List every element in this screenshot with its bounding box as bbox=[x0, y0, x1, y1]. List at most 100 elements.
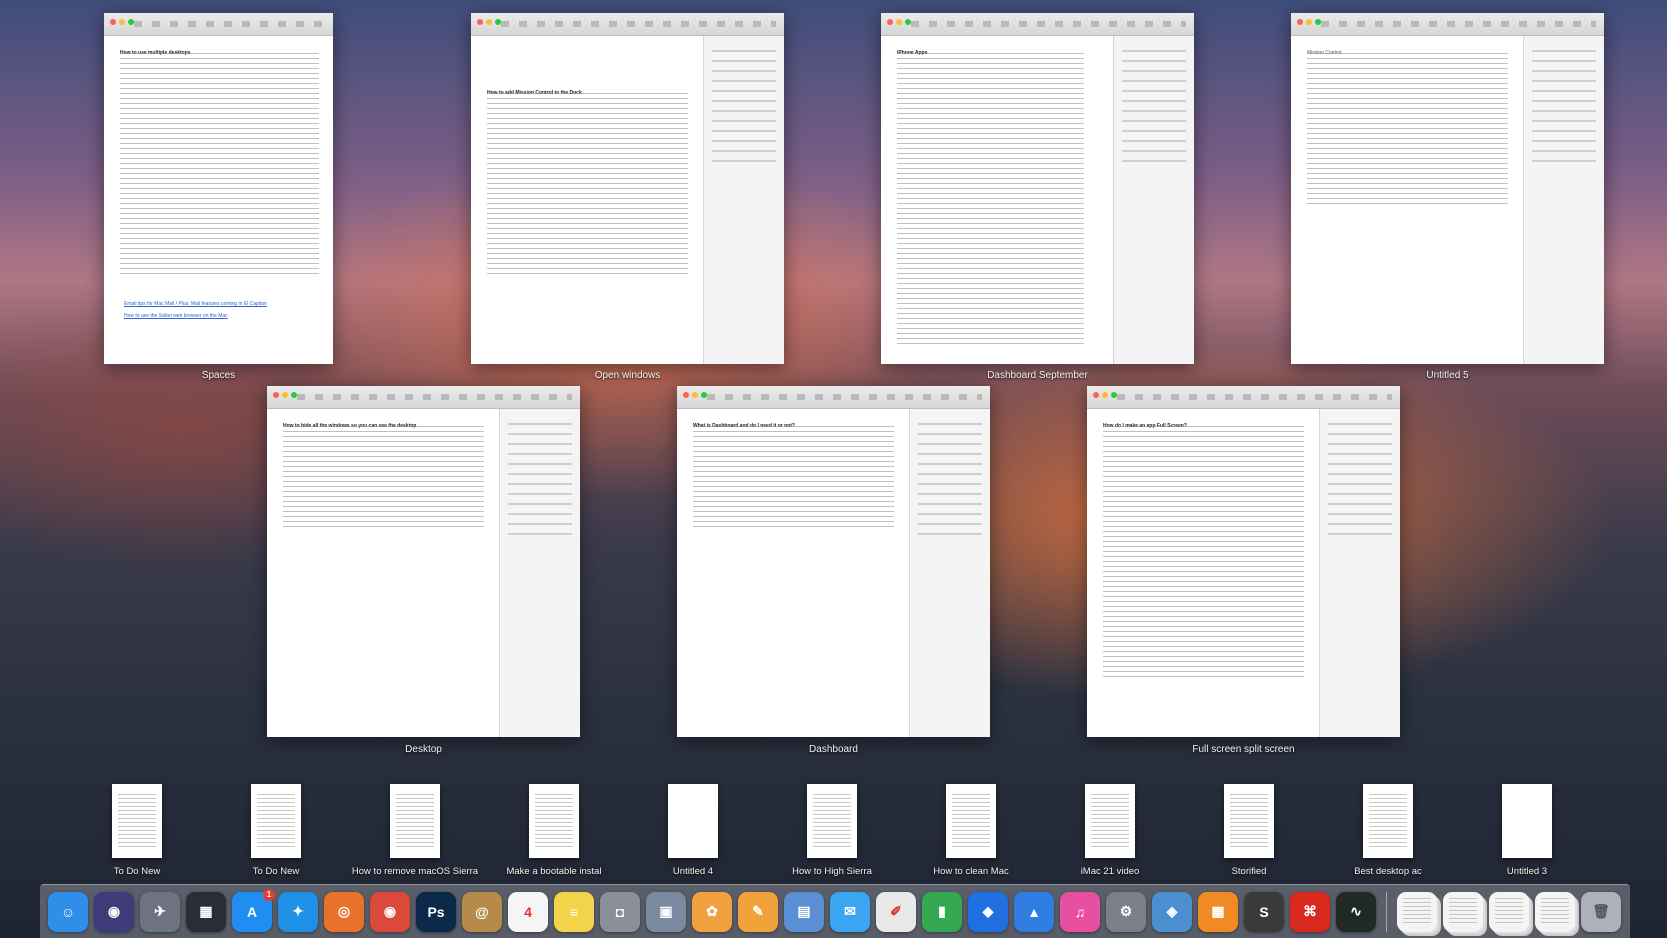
window-label: Untitled 5 bbox=[1426, 370, 1469, 381]
notification-badge: 1 bbox=[263, 888, 275, 901]
trash-icon[interactable]: 🗑 bbox=[1581, 891, 1621, 932]
system-preferences-icon[interactable]: ⚙ bbox=[1106, 891, 1146, 932]
document-text-lines bbox=[283, 426, 484, 527]
window-titlebar bbox=[471, 13, 784, 36]
textedit-icon[interactable]: ✐ bbox=[876, 891, 916, 932]
preview-map-icon[interactable]: ◈ bbox=[1152, 891, 1192, 932]
window-label: Desktop bbox=[405, 744, 442, 755]
document-text-lines bbox=[693, 426, 894, 527]
itunes-icon[interactable]: ♫ bbox=[1060, 891, 1100, 932]
dock: ☺ ◉ ✈ ▦ A 1 ✦ ◎ ◉ Ps @4 ≡ ◘ ▣ ✿ ✎ ▤ ✉ ✐ ▮ ◆ ▲ ♫ ⚙ ◈ ▦ S ⌘ ∿ 🗑 bbox=[40, 884, 1630, 938]
window-spaces[interactable]: How to use multiple desktops Email tips … bbox=[104, 13, 333, 364]
minimized-document-thumbnail[interactable] bbox=[668, 784, 718, 858]
pages-icon[interactable]: ✎ bbox=[738, 891, 778, 932]
finder-icon[interactable]: ☺ bbox=[48, 891, 88, 932]
document-link[interactable]: How to use the Safari web browser on the… bbox=[124, 313, 228, 319]
thumbnail-text-lines bbox=[813, 794, 851, 848]
window-full-screen-split-screen[interactable]: How do I make an app Full Screen? bbox=[1087, 386, 1400, 737]
minimized-document-label: How to High Sierra bbox=[792, 866, 872, 877]
activity-monitor-icon[interactable]: ∿ bbox=[1336, 891, 1376, 932]
window-untitled-5[interactable]: Mission Control bbox=[1291, 13, 1604, 364]
document-stack-1-icon[interactable] bbox=[1397, 891, 1437, 932]
window-open-windows[interactable]: How to add Mission Control to the Dock bbox=[471, 13, 784, 364]
minimized-document-thumbnail[interactable] bbox=[1085, 784, 1135, 858]
minimized-document-label: Untitled 3 bbox=[1506, 866, 1548, 877]
minimized-document-thumbnail[interactable] bbox=[529, 784, 579, 858]
minimized-document-thumbnail[interactable] bbox=[251, 784, 301, 858]
document-text-lines bbox=[897, 53, 1084, 344]
window-label: Spaces bbox=[201, 370, 236, 381]
dock-separator bbox=[1386, 891, 1387, 932]
preview-icon[interactable]: ▣ bbox=[646, 891, 686, 932]
document-stack-2-icon[interactable] bbox=[1443, 891, 1483, 932]
calendar-icon[interactable]: 4 bbox=[508, 891, 548, 932]
thumbnail-text-lines bbox=[535, 794, 573, 848]
window-label: Open windows bbox=[594, 370, 661, 381]
thumbnail-text-lines bbox=[1369, 794, 1407, 848]
window-titlebar bbox=[677, 386, 990, 409]
window-dashboard[interactable]: What is Dashboard and do I need it or no… bbox=[677, 386, 990, 737]
minimized-document-thumbnail[interactable] bbox=[1502, 784, 1552, 858]
format-sidebar bbox=[703, 36, 784, 364]
window-label: Dashboard bbox=[809, 744, 858, 755]
minimized-document-thumbnail[interactable] bbox=[1363, 784, 1413, 858]
preview-docs-icon[interactable]: ▤ bbox=[784, 891, 824, 932]
format-sidebar bbox=[1113, 36, 1194, 364]
acrobat-icon[interactable]: ⌘ bbox=[1290, 891, 1330, 932]
document-link[interactable]: Email tips for Mac Mail / Plus: Mail fea… bbox=[124, 301, 267, 307]
stack-preview-lines bbox=[1495, 897, 1523, 926]
window-label: Full screen split screen bbox=[1192, 744, 1295, 755]
thumbnail-text-lines bbox=[1230, 794, 1268, 848]
minimized-document-label: To Do New bbox=[252, 866, 300, 877]
stack-preview-lines bbox=[1541, 897, 1569, 926]
thumbnail-text-lines bbox=[952, 794, 990, 848]
format-sidebar bbox=[499, 409, 580, 737]
window-titlebar bbox=[267, 386, 580, 409]
minimized-document-thumbnail[interactable] bbox=[1224, 784, 1274, 858]
window-titlebar bbox=[1291, 13, 1604, 36]
photoshop-icon[interactable]: Ps bbox=[416, 891, 456, 932]
safari-icon[interactable]: ✦ bbox=[278, 891, 318, 932]
window-dashboard-september[interactable]: iPhone Apps bbox=[881, 13, 1194, 364]
window-titlebar bbox=[1087, 386, 1400, 409]
stack-preview-lines bbox=[1449, 897, 1477, 926]
window-titlebar bbox=[881, 13, 1194, 36]
ibooks-icon[interactable]: ▦ bbox=[1198, 891, 1238, 932]
thumbnail-text-lines bbox=[1091, 794, 1129, 848]
document-stack-3-icon[interactable] bbox=[1535, 891, 1575, 932]
notes-icon[interactable]: ≡ bbox=[554, 891, 594, 932]
launchpad-icon[interactable]: ✈ bbox=[140, 891, 180, 932]
keynote-icon[interactable]: ▲ bbox=[1014, 891, 1054, 932]
chrome-icon[interactable]: ◉ bbox=[370, 891, 410, 932]
document-text-lines bbox=[1103, 426, 1304, 677]
stack-preview-lines bbox=[1403, 897, 1431, 926]
minimized-document-label: Storified bbox=[1231, 866, 1267, 877]
minimized-document-thumbnail[interactable] bbox=[390, 784, 440, 858]
minimized-document-thumbnail[interactable] bbox=[946, 784, 996, 858]
window-desktop[interactable]: How to hide all the windows so you can s… bbox=[267, 386, 580, 737]
minimized-document-label: How to clean Mac bbox=[933, 866, 1009, 877]
image-capture-icon[interactable]: ◘ bbox=[600, 891, 640, 932]
messages-icon[interactable]: ✉ bbox=[830, 891, 870, 932]
scrivener-icon[interactable]: S bbox=[1244, 891, 1284, 932]
minimized-document-label: Best desktop ac bbox=[1354, 866, 1422, 877]
numbers-icon[interactable]: ▮ bbox=[922, 891, 962, 932]
siri-icon[interactable]: ◉ bbox=[94, 891, 134, 932]
document-text-lines bbox=[487, 93, 688, 274]
minimized-document-thumbnail[interactable] bbox=[807, 784, 857, 858]
firefox-icon[interactable]: ◎ bbox=[324, 891, 364, 932]
screenshot-stack-icon[interactable] bbox=[1489, 891, 1529, 932]
app-store-icon[interactable]: A1 bbox=[232, 888, 275, 932]
dropbox-icon[interactable]: ◆ bbox=[968, 891, 1008, 932]
format-sidebar bbox=[1319, 409, 1400, 737]
minimized-document-label: Untitled 4 bbox=[672, 866, 714, 877]
photos-icon[interactable]: ✿ bbox=[692, 891, 732, 932]
minimized-document-label: To Do New bbox=[113, 866, 161, 877]
thumbnail-text-lines bbox=[118, 794, 156, 848]
document-text-lines bbox=[120, 53, 319, 274]
contacts-icon[interactable]: @ bbox=[462, 891, 502, 932]
mission-control-icon[interactable]: ▦ bbox=[186, 891, 226, 932]
thumbnail-text-lines bbox=[396, 794, 434, 848]
format-sidebar bbox=[909, 409, 990, 737]
minimized-document-thumbnail[interactable] bbox=[112, 784, 162, 858]
